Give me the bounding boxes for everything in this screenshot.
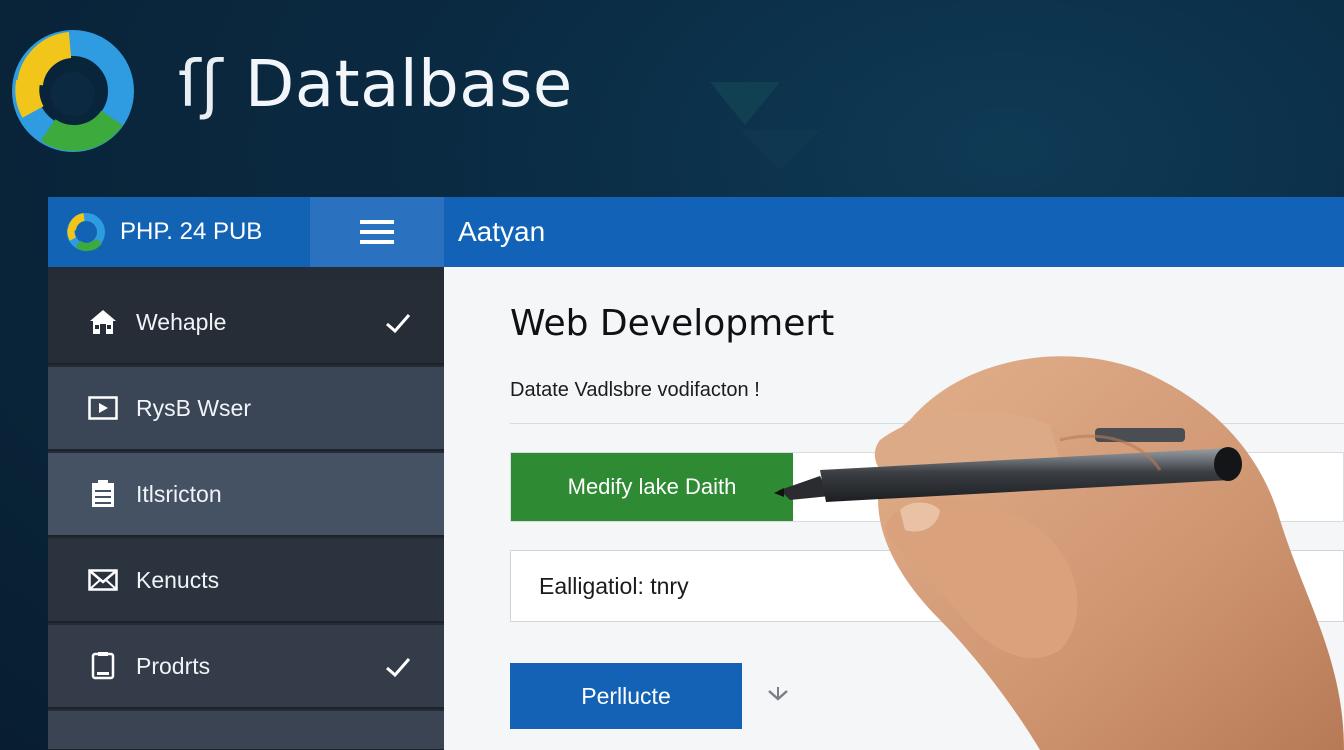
sidebar-item-label: Kenucts	[136, 566, 220, 593]
page-heading: Aatyan	[458, 216, 546, 247]
submit-button[interactable]: Perllucte	[510, 663, 742, 729]
sidebar-item-partial[interactable]	[48, 711, 444, 750]
action-row: Medify lake Daith	[510, 452, 1344, 522]
mail-icon	[88, 565, 118, 595]
sidebar-item-wehaple[interactable]: Wehaple	[48, 281, 444, 365]
hamburger-icon	[360, 220, 394, 244]
chevron-down-icon[interactable]	[766, 685, 790, 705]
main-content: Web Developmert Datate Vadlsbre vodifact…	[444, 267, 1344, 750]
sidebar-item-label: Itlsricton	[136, 480, 222, 507]
clipboard-icon	[88, 479, 118, 509]
sidebar-item-prodrts[interactable]: Prodrts	[48, 625, 444, 709]
tricolor-ring-logo-icon	[12, 30, 134, 152]
brand-logo-icon	[67, 213, 105, 251]
sidebar-item-kenucts[interactable]: Kenucts	[48, 539, 444, 623]
checkmark-icon	[386, 658, 411, 678]
page-subtitle: Datate Vadlsbre vodifacton !	[510, 379, 760, 401]
menu-button[interactable]	[310, 197, 444, 267]
brand-name: PHP. 24 PUB	[120, 218, 263, 245]
sidebar-item-label: RysB Wser	[136, 394, 251, 421]
hero-title-text: Datalbase	[245, 48, 573, 122]
sidebar-item-rysb-wser[interactable]: RysB Wser	[48, 367, 444, 451]
sidebar: Wehaple RysB Wser Itlsricton Kenucts Pro…	[48, 267, 444, 750]
video-icon	[88, 393, 118, 423]
decorative-triangles-icon	[710, 82, 910, 170]
brand[interactable]: PHP. 24 PUB	[48, 197, 310, 267]
sidebar-item-label: Prodrts	[136, 652, 211, 679]
home-icon	[88, 307, 118, 337]
hero-header: ſʃ Datalbase	[0, 0, 1344, 197]
hero-mark: ſʃ	[178, 48, 224, 122]
checkmark-icon	[386, 314, 411, 334]
device-icon	[88, 651, 118, 681]
sidebar-item-label: Wehaple	[136, 308, 227, 335]
modify-button[interactable]: Medify lake Daith	[511, 453, 793, 521]
app-window: PHP. 24 PUB Aatyan Wehaple RysB Wser Itl…	[48, 197, 1344, 750]
text-input[interactable]: Ealligatiol: tnry	[510, 550, 1344, 622]
top-bar: PHP. 24 PUB Aatyan	[48, 197, 1344, 267]
page-title: Web Developmert	[510, 303, 835, 344]
sidebar-item-itlsricton[interactable]: Itlsricton	[48, 453, 444, 537]
hero-title: ſʃ Datalbase	[178, 48, 573, 122]
divider	[510, 423, 1344, 424]
